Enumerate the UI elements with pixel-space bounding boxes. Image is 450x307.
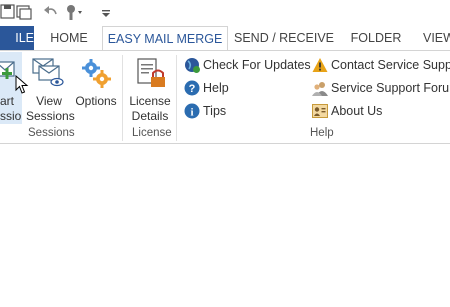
customize-toolbar-icon[interactable] — [101, 3, 111, 21]
svg-text:?: ? — [189, 83, 196, 95]
info-icon: i — [184, 103, 200, 119]
tab-home[interactable]: HOME — [44, 26, 94, 50]
help-button[interactable]: ? Help — [184, 78, 244, 98]
about-us-button[interactable]: About Us — [312, 101, 392, 121]
tab-file[interactable]: ILE — [0, 26, 34, 50]
check-for-updates-label: Check For Updates — [203, 58, 311, 72]
tab-folder[interactable]: FOLDER — [345, 26, 407, 50]
warning-icon — [312, 58, 328, 72]
group-label-license: License — [132, 127, 172, 139]
license-details-button[interactable]: License Details — [126, 52, 174, 124]
license-details-label-line2: Details — [131, 109, 169, 123]
quick-access-toolbar — [0, 0, 450, 26]
undo-icon[interactable] — [42, 3, 60, 21]
question-icon: ? — [184, 80, 200, 96]
service-support-forum-label: Service Support Forum — [331, 81, 450, 95]
forum-users-icon — [312, 82, 328, 96]
touch-mode-icon[interactable] — [63, 3, 83, 21]
tab-send-receive[interactable]: SEND / RECEIVE — [234, 26, 334, 50]
group-separator — [122, 55, 123, 141]
tips-button[interactable]: i Tips — [184, 101, 244, 121]
ribbon-panel: art ssion View Sessions — [0, 50, 450, 144]
license-lock-icon — [137, 58, 165, 87]
start-session-label-line2: ssion — [0, 109, 22, 123]
check-for-updates-button[interactable]: Check For Updates — [184, 55, 311, 75]
group-label-sessions: Sessions — [28, 127, 75, 139]
tab-easy-mail-merge[interactable]: EASY MAIL MERGE — [102, 26, 228, 51]
about-us-icon — [312, 104, 328, 118]
view-sessions-label-line2: Sessions — [26, 109, 75, 123]
options-label: Options — [75, 94, 117, 108]
help-label: Help — [203, 81, 229, 95]
contact-service-support-button[interactable]: Contact Service Support — [312, 55, 450, 75]
license-details-label-line1: License — [129, 94, 171, 108]
service-support-forum-button[interactable]: Service Support Forum — [312, 78, 450, 98]
ribbon-tab-bar: ILE HOME EASY MAIL MERGE SEND / RECEIVE … — [0, 26, 450, 51]
tab-view[interactable]: VIEW — [423, 26, 450, 50]
contact-service-support-label: Contact Service Support — [331, 58, 450, 72]
svg-text:i: i — [190, 107, 193, 119]
view-sessions-label-line1: View — [36, 94, 62, 108]
update-globe-icon — [185, 58, 200, 73]
folder-icon[interactable] — [15, 3, 33, 21]
gears-icon — [82, 59, 111, 88]
view-sessions-button[interactable]: View Sessions — [26, 52, 75, 124]
about-us-label: About Us — [331, 104, 383, 118]
tips-label: Tips — [203, 104, 227, 118]
group-separator — [176, 55, 177, 141]
view-sessions-icon — [32, 58, 64, 87]
group-label-help: Help — [310, 127, 334, 139]
options-button[interactable]: Options — [73, 52, 119, 124]
save-icon[interactable] — [0, 3, 16, 21]
start-session-label-line1: art — [0, 94, 15, 108]
